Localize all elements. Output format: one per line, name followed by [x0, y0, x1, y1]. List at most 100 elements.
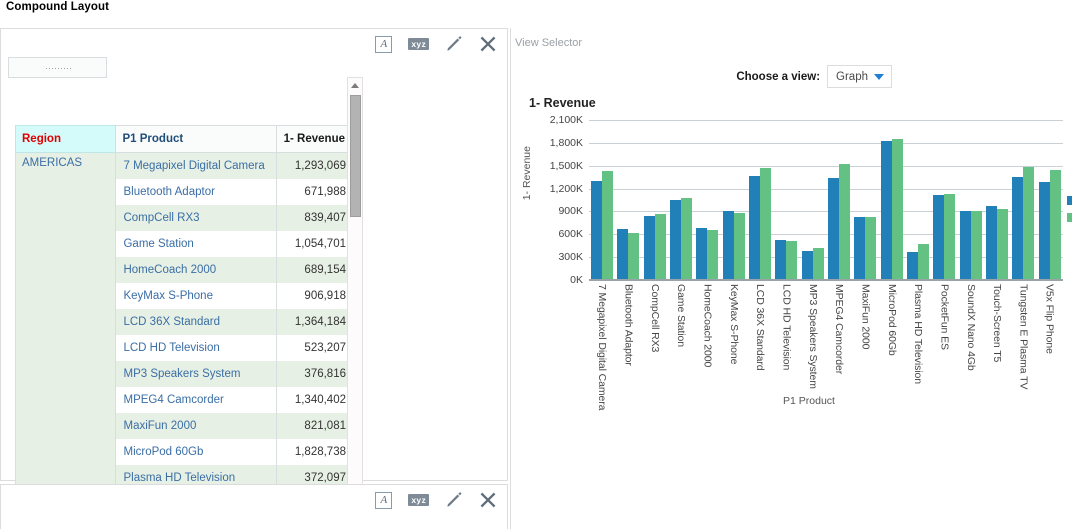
remove-x-icon[interactable]	[479, 35, 497, 53]
table-drag-handle[interactable]	[8, 57, 107, 78]
x-tick-label: MP3 Speakers System	[800, 284, 826, 392]
bar-group[interactable]	[589, 120, 615, 280]
xyz-icon-2[interactable]: xyz	[408, 494, 429, 506]
bar-group[interactable]	[694, 120, 720, 280]
bar[interactable]	[760, 168, 771, 280]
cell-revenue[interactable]: 1,828,738	[277, 439, 354, 465]
cell-revenue[interactable]: 1,293,069	[277, 153, 354, 179]
bar[interactable]	[1023, 167, 1034, 280]
bar[interactable]	[644, 216, 655, 280]
bar[interactable]	[591, 181, 602, 280]
bar[interactable]	[802, 251, 813, 280]
cell-product[interactable]: HomeCoach 2000	[116, 257, 277, 283]
bar[interactable]	[681, 198, 692, 280]
bar[interactable]	[670, 200, 681, 280]
xyz-icon[interactable]: xyz	[408, 38, 429, 50]
y-tick-label: 600K	[523, 228, 583, 240]
bar-group[interactable]	[1010, 120, 1036, 280]
bar[interactable]	[749, 176, 760, 280]
cell-region[interactable]: AMERICAS	[16, 153, 116, 497]
cell-revenue[interactable]: 906,918	[277, 283, 354, 309]
bar[interactable]	[734, 213, 745, 280]
bar-group[interactable]	[721, 120, 747, 280]
bar-group[interactable]	[800, 120, 826, 280]
remove-x-icon-2[interactable]	[479, 491, 497, 509]
bar-group[interactable]	[615, 120, 641, 280]
bar-group[interactable]	[958, 120, 984, 280]
cell-product[interactable]: LCD HD Television	[116, 335, 277, 361]
bar[interactable]	[881, 141, 892, 280]
bar-group[interactable]	[852, 120, 878, 280]
cell-product[interactable]: MP3 Speakers System	[116, 361, 277, 387]
bar-group[interactable]	[668, 120, 694, 280]
bar-group[interactable]	[642, 120, 668, 280]
scroll-up-button[interactable]	[348, 78, 362, 92]
bar-group[interactable]	[826, 120, 852, 280]
bar-group[interactable]	[905, 120, 931, 280]
bar[interactable]	[960, 211, 971, 280]
table-row[interactable]: AMERICAS7 Megapixel Digital Camera1,293,…	[16, 153, 354, 179]
format-container-icon-2[interactable]: A	[375, 492, 392, 509]
bar[interactable]	[1050, 170, 1061, 280]
bar-group[interactable]	[879, 120, 905, 280]
format-container-icon[interactable]: A	[375, 36, 392, 53]
chart-plot-area: 2,100K1,800K1,500K1,200K900K600K300K0K	[589, 120, 1063, 280]
column-header-product[interactable]: P1 Product	[116, 126, 277, 153]
cell-product[interactable]: Game Station	[116, 231, 277, 257]
bar[interactable]	[854, 217, 865, 280]
bar[interactable]	[628, 233, 639, 280]
cell-product[interactable]: CompCell RX3	[116, 205, 277, 231]
cell-revenue[interactable]: 1,340,402	[277, 387, 354, 413]
bar[interactable]	[839, 164, 850, 280]
cell-product[interactable]: 7 Megapixel Digital Camera	[116, 153, 277, 179]
cell-product[interactable]: KeyMax S-Phone	[116, 283, 277, 309]
bar[interactable]	[933, 195, 944, 280]
bar[interactable]	[997, 209, 1008, 280]
bar[interactable]	[723, 211, 734, 280]
edit-pencil-icon[interactable]	[445, 35, 463, 53]
cell-revenue[interactable]: 671,988	[277, 179, 354, 205]
x-tick-label-text: SoundX Nano 4Gb	[965, 284, 977, 392]
table-vertical-scrollbar[interactable]	[347, 77, 363, 509]
column-header-region[interactable]: Region	[16, 126, 116, 153]
bar[interactable]	[617, 229, 628, 280]
cell-product[interactable]: MicroPod 60Gb	[116, 439, 277, 465]
bar[interactable]	[828, 178, 839, 280]
bar[interactable]	[918, 244, 929, 280]
cell-revenue[interactable]: 689,154	[277, 257, 354, 283]
scrollbar-thumb[interactable]	[350, 95, 361, 217]
cell-revenue[interactable]: 523,207	[277, 335, 354, 361]
bar[interactable]	[775, 240, 786, 280]
bar[interactable]	[1012, 177, 1023, 280]
bar[interactable]	[786, 241, 797, 280]
cell-product[interactable]: Bluetooth Adaptor	[116, 179, 277, 205]
x-tick-label-text: V5x Flip Phone	[1044, 284, 1056, 392]
bar-group[interactable]	[931, 120, 957, 280]
cell-product[interactable]: MPEG4 Camcorder	[116, 387, 277, 413]
cell-revenue[interactable]: 1,364,184	[277, 309, 354, 335]
cell-revenue[interactable]: 839,407	[277, 205, 354, 231]
cell-product[interactable]: MaxiFun 2000	[116, 413, 277, 439]
bar[interactable]	[1039, 182, 1050, 280]
cell-product[interactable]: LCD 36X Standard	[116, 309, 277, 335]
cell-revenue[interactable]: 376,816	[277, 361, 354, 387]
bar-group[interactable]	[1037, 120, 1063, 280]
cell-revenue[interactable]: 821,081	[277, 413, 354, 439]
bar-group[interactable]	[984, 120, 1010, 280]
bar[interactable]	[602, 171, 613, 280]
cell-revenue[interactable]: 1,054,701	[277, 231, 354, 257]
bar[interactable]	[907, 252, 918, 280]
bar[interactable]	[813, 248, 824, 280]
bar[interactable]	[696, 228, 707, 281]
bar[interactable]	[865, 217, 876, 280]
bar[interactable]	[986, 206, 997, 280]
bar-group[interactable]	[747, 120, 773, 280]
column-header-revenue[interactable]: 1- Revenue	[277, 126, 354, 153]
bar-group[interactable]	[773, 120, 799, 280]
bar[interactable]	[655, 214, 666, 280]
bar[interactable]	[707, 230, 718, 280]
edit-pencil-icon-2[interactable]	[445, 491, 463, 509]
bar[interactable]	[892, 139, 903, 280]
bar[interactable]	[944, 194, 955, 280]
bar[interactable]	[971, 211, 982, 280]
